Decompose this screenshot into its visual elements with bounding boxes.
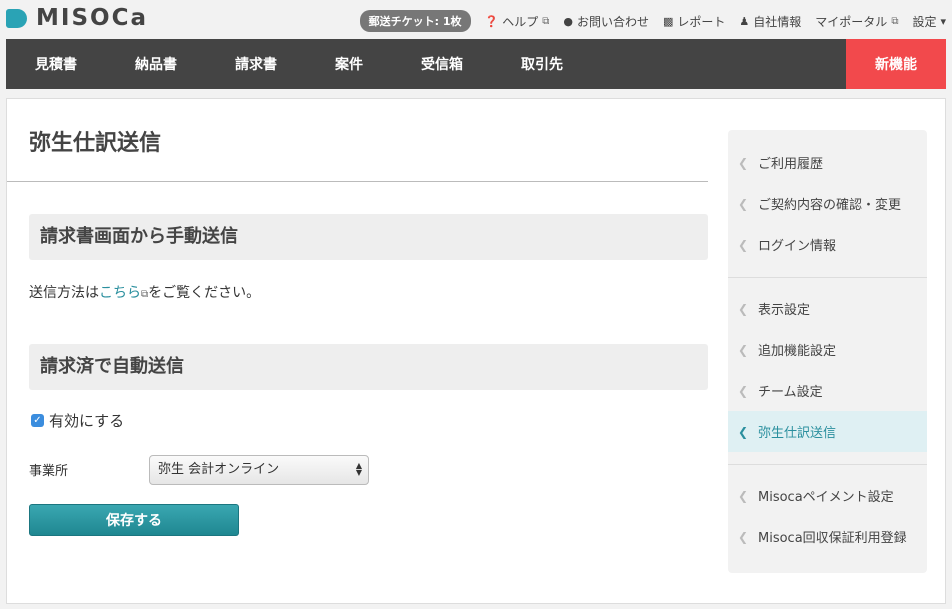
sidebar-divider: [728, 464, 927, 465]
enable-auto-send[interactable]: ✓ 有効にする: [31, 410, 124, 431]
help-link[interactable]: ❓ ヘルプ ⧉: [485, 13, 550, 30]
enable-label: 有効にする: [49, 412, 125, 430]
sidebar-item-usage-history[interactable]: ❮ ご利用履歴: [728, 142, 927, 183]
nav-invoices[interactable]: 請求書: [206, 39, 306, 89]
mail-ticket-badge[interactable]: 郵送チケット: 1枚: [359, 10, 471, 32]
select-arrows-icon: ▲ ▼: [355, 461, 362, 477]
sidebar-item-login-info[interactable]: ❮ ログイン情報: [728, 224, 927, 265]
nav-inbox[interactable]: 受信箱: [392, 39, 492, 89]
contact-link[interactable]: ● お問い合わせ: [563, 13, 649, 30]
main-nav: 見積書 納品書 請求書 案件 受信箱 取引先 新機能: [6, 39, 946, 89]
nav-projects[interactable]: 案件: [306, 39, 392, 89]
settings-menu[interactable]: 設定 ▾: [912, 13, 946, 30]
sidebar-item-team-settings[interactable]: ❮ チーム設定: [728, 370, 927, 411]
chevron-left-icon: ❮: [737, 155, 749, 170]
nav-estimates[interactable]: 見積書: [6, 39, 106, 89]
office-select[interactable]: 弥生 会計オンライン ▲ ▼: [149, 455, 369, 485]
misoca-logo[interactable]: MISOCa: [6, 5, 148, 31]
sidebar-item-display-settings[interactable]: ❮ 表示設定: [728, 288, 927, 329]
office-label: 事業所: [29, 464, 69, 479]
content-panel: 弥生仕訳送信 請求書画面から手動送信 送信方法はこちら⧉をご覧ください。 請求済…: [6, 98, 946, 604]
how-to-link[interactable]: こちら⧉: [99, 285, 148, 301]
top-header: MISOCa 郵送チケット: 1枚 ❓ ヘルプ ⧉ ● お問い合わせ ▩ レポー…: [0, 0, 952, 38]
sidebar-item-addon-settings[interactable]: ❮ 追加機能設定: [728, 329, 927, 370]
nav-clients[interactable]: 取引先: [492, 39, 592, 89]
nav-delivery-notes[interactable]: 納品書: [106, 39, 206, 89]
chevron-left-icon: ❮: [737, 488, 749, 503]
top-links: 郵送チケット: 1枚 ❓ ヘルプ ⧉ ● お問い合わせ ▩ レポート ♟ 自社情…: [359, 10, 946, 32]
title-divider: [7, 181, 708, 182]
auto-send-heading: 請求済で自動送信: [29, 344, 708, 390]
report-icon: ▩: [662, 14, 674, 28]
nav-new-features[interactable]: 新機能: [846, 39, 946, 89]
manual-send-heading: 請求書画面から手動送信: [29, 214, 708, 260]
chevron-left-icon: ❮: [737, 529, 749, 544]
sidebar-item-misoca-payment[interactable]: ❮ Misocaペイメント設定: [728, 475, 927, 516]
chevron-down-icon: ▾: [940, 14, 946, 28]
help-icon: ❓: [484, 14, 499, 28]
logo-text: MISOCa: [36, 5, 148, 31]
company-info-link[interactable]: ♟ 自社情報: [739, 13, 801, 30]
sidebar-divider: [728, 277, 927, 278]
external-link-icon: ⧉: [542, 15, 550, 27]
user-icon: ♟: [739, 14, 750, 28]
chevron-left-icon: ❮: [737, 342, 749, 357]
sidebar-item-yayoi-journal[interactable]: ❮ 弥生仕訳送信: [728, 411, 927, 452]
enable-checkbox[interactable]: ✓: [31, 414, 44, 427]
chevron-left-icon: ❮: [737, 424, 749, 439]
chevron-left-icon: ❮: [737, 237, 749, 252]
chat-icon: ●: [563, 14, 573, 28]
manual-send-text: 送信方法はこちら⧉をご覧ください。: [29, 285, 261, 301]
settings-sidebar: ❮ ご利用履歴 ❮ ご契約内容の確認・変更 ❮ ログイン情報 ❮ 表示設定 ❮ …: [728, 130, 927, 573]
report-link[interactable]: ▩ レポート: [663, 13, 725, 30]
logo-mark-icon: [6, 8, 27, 28]
external-link-icon: ⧉: [891, 15, 899, 27]
my-portal-link[interactable]: マイポータル ⧉: [815, 13, 898, 30]
chevron-left-icon: ❮: [737, 383, 749, 398]
chevron-left-icon: ❮: [737, 196, 749, 211]
save-button[interactable]: 保存する: [29, 504, 239, 536]
page-title: 弥生仕訳送信: [29, 131, 162, 156]
chevron-left-icon: ❮: [737, 301, 749, 316]
sidebar-item-misoca-guarantee[interactable]: ❮ Misoca回収保証利用登録: [728, 516, 927, 557]
sidebar-item-contract[interactable]: ❮ ご契約内容の確認・変更: [728, 183, 927, 224]
